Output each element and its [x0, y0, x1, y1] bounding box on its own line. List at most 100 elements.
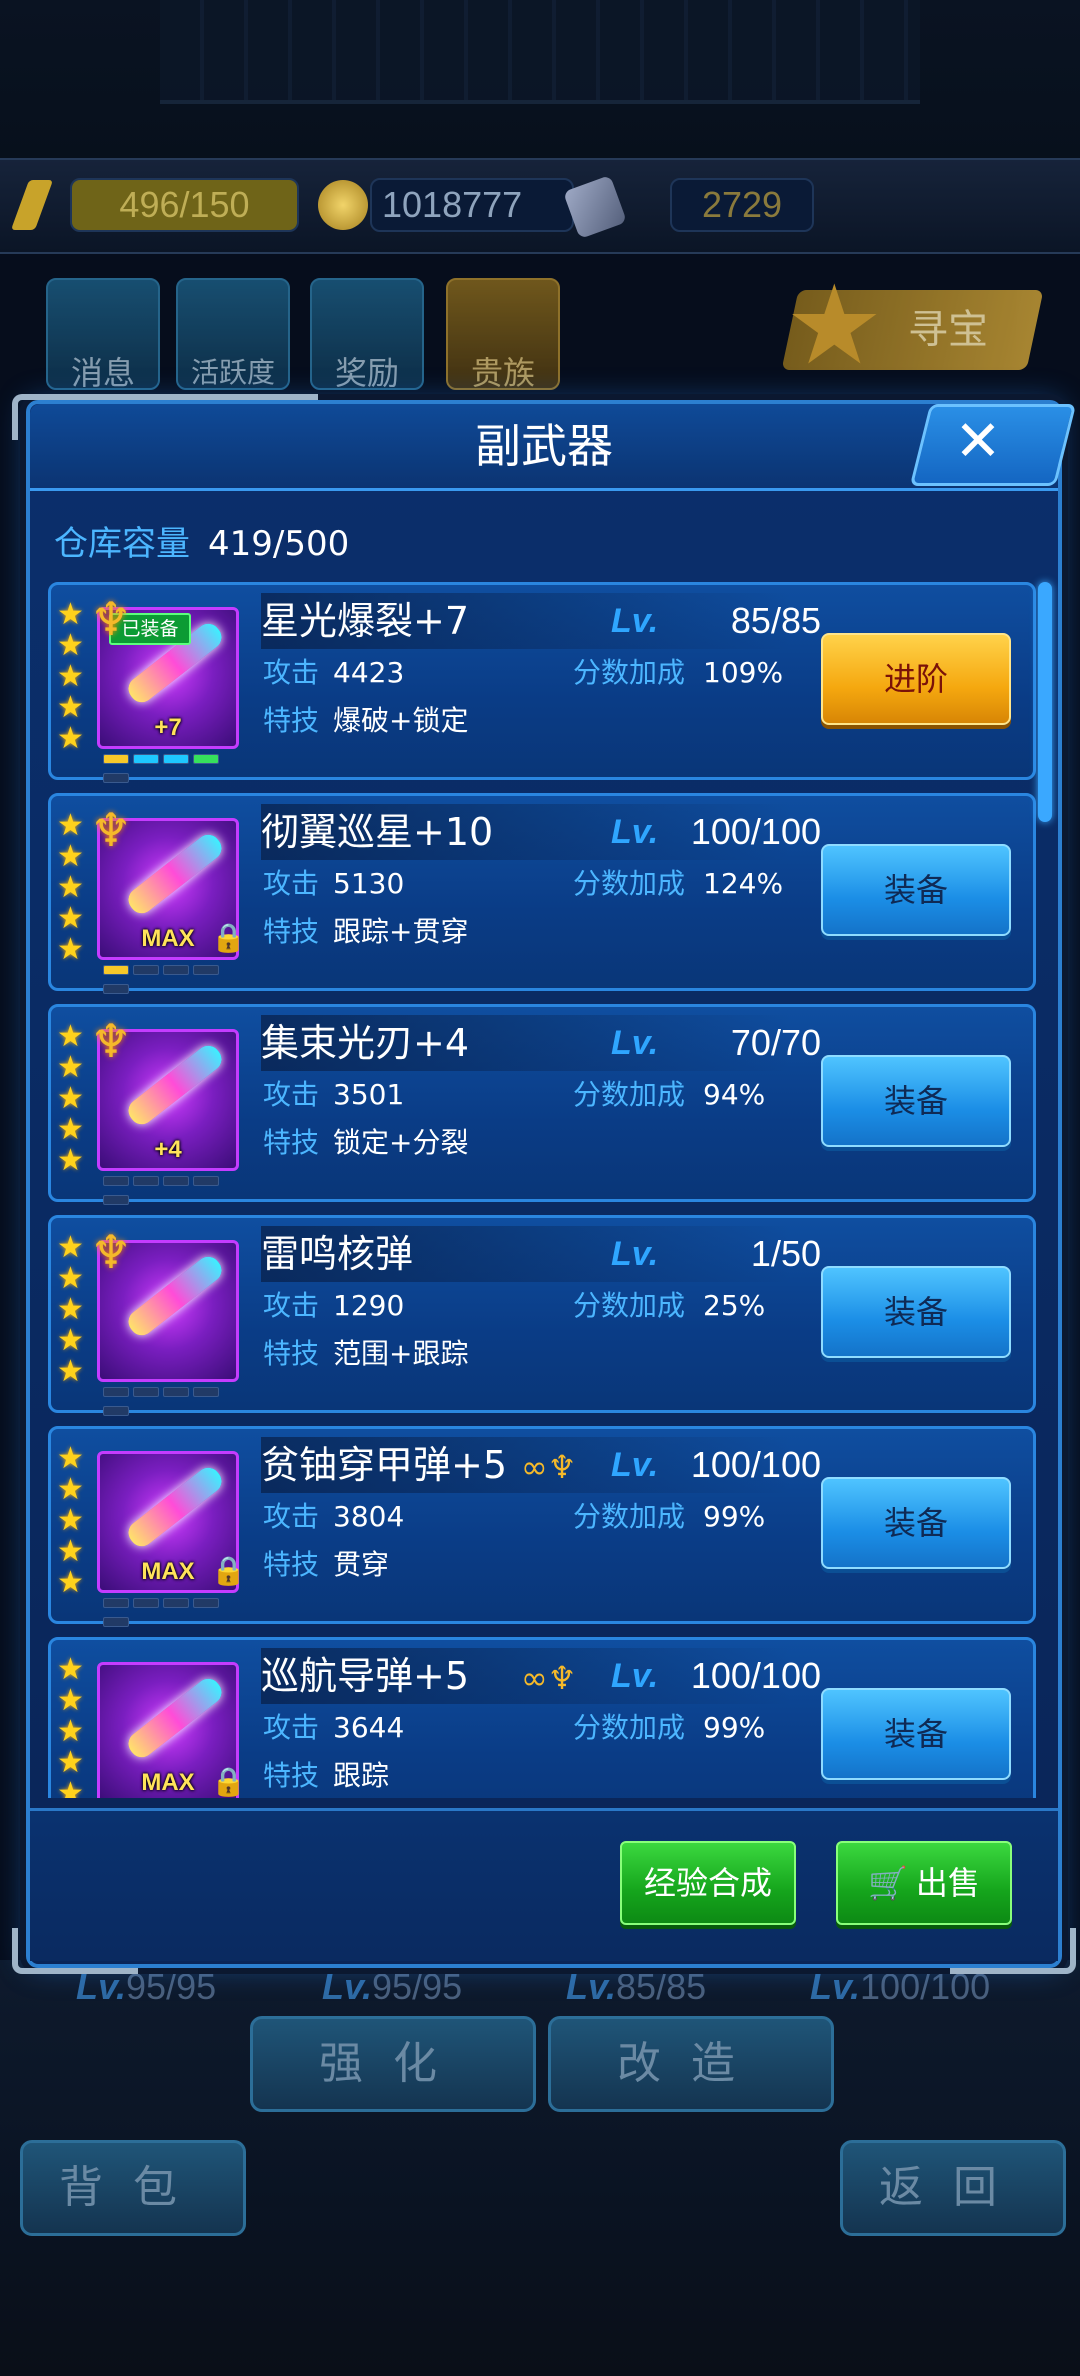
enhance-slot	[103, 1406, 129, 1416]
enhance-slot	[133, 754, 159, 764]
star-rating: ★ ★ ★ ★ ★	[57, 1021, 89, 1176]
enhance-slot	[163, 1598, 189, 1608]
skill-label: 特技	[263, 915, 320, 948]
enhance-slot	[103, 1617, 129, 1627]
star-icon: ★	[57, 1503, 84, 1538]
level-value: 100/100	[690, 1444, 821, 1485]
score-bonus-label: 分数加成	[573, 1711, 686, 1744]
rewards-button[interactable]: 奖励	[310, 278, 424, 392]
equip-button[interactable]: 装备	[821, 1055, 1011, 1147]
star-icon: ★	[57, 1050, 84, 1085]
star-icon: ★	[57, 1292, 84, 1327]
enhance-slot	[133, 1598, 159, 1608]
messages-button[interactable]: 消息	[46, 278, 160, 392]
enhance-slot	[163, 1387, 189, 1397]
skill-label: 特技	[263, 1126, 320, 1159]
weapon-card[interactable]: +7 已装备 ♆ ★ ★ ★ ★ ★ 星光爆裂+7 Lv. 85/85 攻击 4423 分数加成 109% 特…	[48, 582, 1036, 783]
capacity-label: 仓库容量	[54, 524, 190, 564]
set-link-icon: ∞♆	[521, 1659, 577, 1697]
enhance-slots	[103, 749, 243, 783]
weapon-art	[123, 1673, 227, 1763]
skill-value: 跟踪+贯穿	[333, 915, 469, 948]
dialog-title: 副武器	[475, 419, 613, 473]
noble-button[interactable]: 贵族	[446, 278, 560, 392]
equip-button[interactable]: 装备	[821, 1477, 1011, 1569]
cart-icon: 🛒	[868, 1864, 908, 1902]
score-bonus-value: 99%	[703, 1500, 766, 1533]
attack-value: 5130	[333, 867, 405, 900]
sell-label: 出售	[915, 1864, 980, 1902]
score-bonus-value: 109%	[703, 656, 784, 689]
star-icon: ★	[57, 901, 84, 936]
star-icon: ★	[57, 1534, 84, 1569]
background-decoration	[160, 0, 920, 104]
background-level: Lv.85/85	[566, 1966, 707, 2007]
level-value: 100/100	[690, 811, 821, 852]
enhance-slots	[103, 1382, 243, 1416]
lock-icon: 🔒	[211, 921, 246, 954]
weapon-card[interactable]: MAX ★ ★ ★ ★ ★ 🔒 巡航导弹+5 ∞♆ Lv. 100/100 攻击 3644 分数加成 99%…	[48, 1637, 1036, 1798]
equip-button[interactable]: 装备	[821, 1688, 1011, 1780]
attack-value: 3644	[333, 1711, 405, 1744]
close-icon[interactable]: ✕	[928, 404, 1028, 480]
scrollbar[interactable]	[1038, 582, 1052, 822]
exp-merge-button[interactable]: 经验合成	[620, 1841, 796, 1925]
enhance-slot	[103, 1387, 129, 1397]
weapon-card[interactable]: MAX ♆ ★ ★ ★ ★ ★ 🔒 彻翼巡星+10 Lv. 100/100 攻击 5130 分数加成 124…	[48, 793, 1036, 994]
star-icon: ★	[57, 659, 84, 694]
star-icon: ★	[57, 1472, 84, 1507]
skill-value: 爆破+锁定	[333, 704, 469, 737]
rank-wing-icon: ♆	[90, 1014, 132, 1068]
star-icon: ★	[57, 721, 84, 756]
backpack-button[interactable]: 背包	[20, 2140, 246, 2236]
attack-label: 攻击	[263, 656, 320, 689]
enhance-slot	[163, 1176, 189, 1186]
skill-value: 贯穿	[333, 1548, 390, 1581]
star-icon: ★	[57, 1143, 84, 1178]
star-icon: ★	[57, 1354, 84, 1389]
attack-value: 1290	[333, 1289, 405, 1322]
weapon-card[interactable]: +4 ♆ ★ ★ ★ ★ ★ 集束光刃+4 Lv. 70/70 攻击 3501 分数加成 94% 特技 锁定+…	[48, 1004, 1036, 1205]
attack-label: 攻击	[263, 1289, 320, 1322]
star-rating: ★ ★ ★ ★ ★	[57, 599, 89, 754]
weapon-card[interactable]: MAX ★ ★ ★ ★ ★ 🔒 贫铀穿甲弹+5 ∞♆ Lv. 100/100 攻击 3804 分数加成 99…	[48, 1426, 1036, 1627]
activity-button[interactable]: 活跃度	[176, 278, 290, 390]
weapon-card[interactable]: ♆ ★ ★ ★ ★ ★ 雷鸣核弹 Lv. 1/50 攻击 1290 分数加成 25% 特技 范围+跟踪 装备	[48, 1215, 1036, 1416]
fighter-jet-star-icon: ★	[785, 261, 884, 389]
capacity-value: 419/500	[208, 524, 350, 564]
star-icon: ★	[57, 1230, 84, 1265]
level-value: 100/100	[690, 1655, 821, 1696]
enhance-slot	[193, 1176, 219, 1186]
skill-label: 特技	[263, 704, 320, 737]
star-icon: ★	[57, 839, 84, 874]
score-bonus-label: 分数加成	[573, 1078, 686, 1111]
star-icon: ★	[57, 870, 84, 905]
enhance-slot	[193, 1387, 219, 1397]
equip-button[interactable]: 装备	[821, 844, 1011, 936]
sell-button[interactable]: 🛒 出售	[836, 1841, 1012, 1925]
enhance-slot	[103, 984, 129, 994]
score-bonus-value: 99%	[703, 1711, 766, 1744]
star-rating: ★ ★ ★ ★ ★	[57, 810, 89, 965]
enhance-slot	[133, 1176, 159, 1186]
weapon-list[interactable]: +7 已装备 ♆ ★ ★ ★ ★ ★ 星光爆裂+7 Lv. 85/85 攻击 4423 分数加成 109% 特…	[48, 582, 1048, 1798]
skill-label: 特技	[263, 1337, 320, 1370]
gold-counter: 1018777	[370, 178, 574, 232]
attack-value: 3501	[333, 1078, 405, 1111]
equip-button[interactable]: 装备	[821, 1266, 1011, 1358]
resource-bar: 496/150 1018777 2729	[0, 158, 1080, 254]
weapon-art	[123, 1462, 227, 1552]
advance-button[interactable]: 进阶	[821, 633, 1011, 725]
strengthen-button[interactable]: 强化	[250, 2016, 536, 2112]
star-rating: ★ ★ ★ ★ ★	[57, 1232, 89, 1387]
lock-icon: 🔒	[211, 1554, 246, 1587]
score-bonus-value: 94%	[703, 1078, 766, 1111]
star-rating: ★ ★ ★ ★ ★	[57, 1443, 89, 1598]
enhance-slot	[103, 965, 129, 975]
secondary-weapon-dialog: 副武器 ✕ 仓库容量 419/500 +7 已装备 ♆ ★ ★ ★ ★ ★ 星光爆裂+7 Lv. 85…	[12, 394, 1077, 1974]
star-icon: ★	[57, 808, 84, 843]
modify-button[interactable]: 改造	[548, 2016, 834, 2112]
back-button[interactable]: 返回	[840, 2140, 1066, 2236]
enhance-slot	[103, 773, 129, 783]
dialog-footer: 经验合成 🛒 出售	[30, 1808, 1058, 1961]
